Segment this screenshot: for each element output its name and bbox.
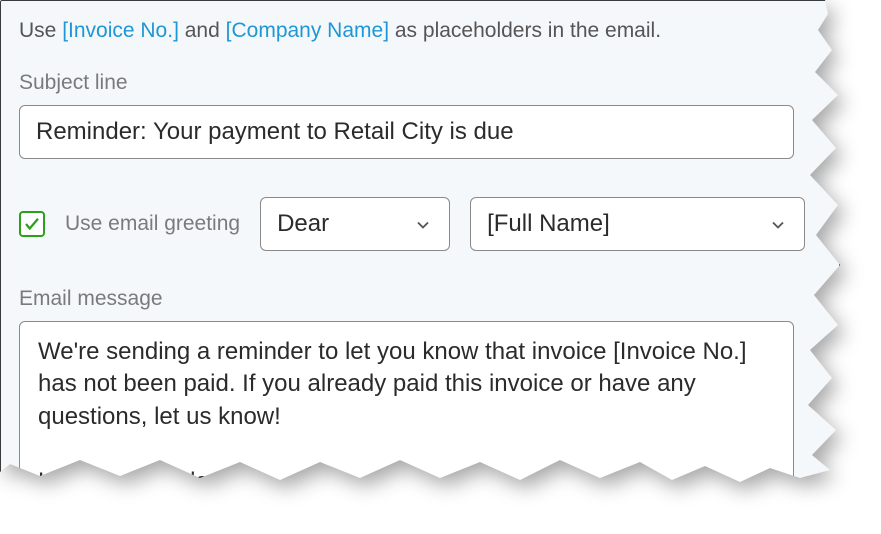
checkmark-icon <box>23 215 41 233</box>
subject-line-input[interactable] <box>19 105 794 159</box>
chevron-down-icon <box>413 214 433 234</box>
use-email-greeting-checkbox[interactable] <box>19 211 45 237</box>
help-mid: and <box>179 19 226 42</box>
subject-line-label: Subject line <box>19 71 815 95</box>
help-prefix: Use <box>19 19 62 42</box>
help-suffix: as placeholders in the email. <box>389 19 661 42</box>
reminder-email-settings-panel: Use [Invoice No.] and [Company Name] as … <box>0 0 840 534</box>
help-token-invoice: [Invoice No.] <box>62 19 179 42</box>
email-message-textarea[interactable]: We're sending a reminder to let you know… <box>19 321 794 513</box>
help-token-company: [Company Name] <box>226 19 389 42</box>
recipient-name-select[interactable]: [Full Name] <box>470 197 805 251</box>
recipient-name-value: [Full Name] <box>487 210 610 238</box>
email-message-label: Email message <box>19 287 815 311</box>
salutation-value: Dear <box>277 210 329 238</box>
salutation-select[interactable]: Dear <box>260 197 450 251</box>
greeting-row: Use email greeting Dear [Full Name] <box>19 197 815 251</box>
placeholder-help-text: Use [Invoice No.] and [Company Name] as … <box>19 19 815 43</box>
use-email-greeting-label: Use email greeting <box>65 212 240 236</box>
chevron-down-icon <box>768 214 788 234</box>
